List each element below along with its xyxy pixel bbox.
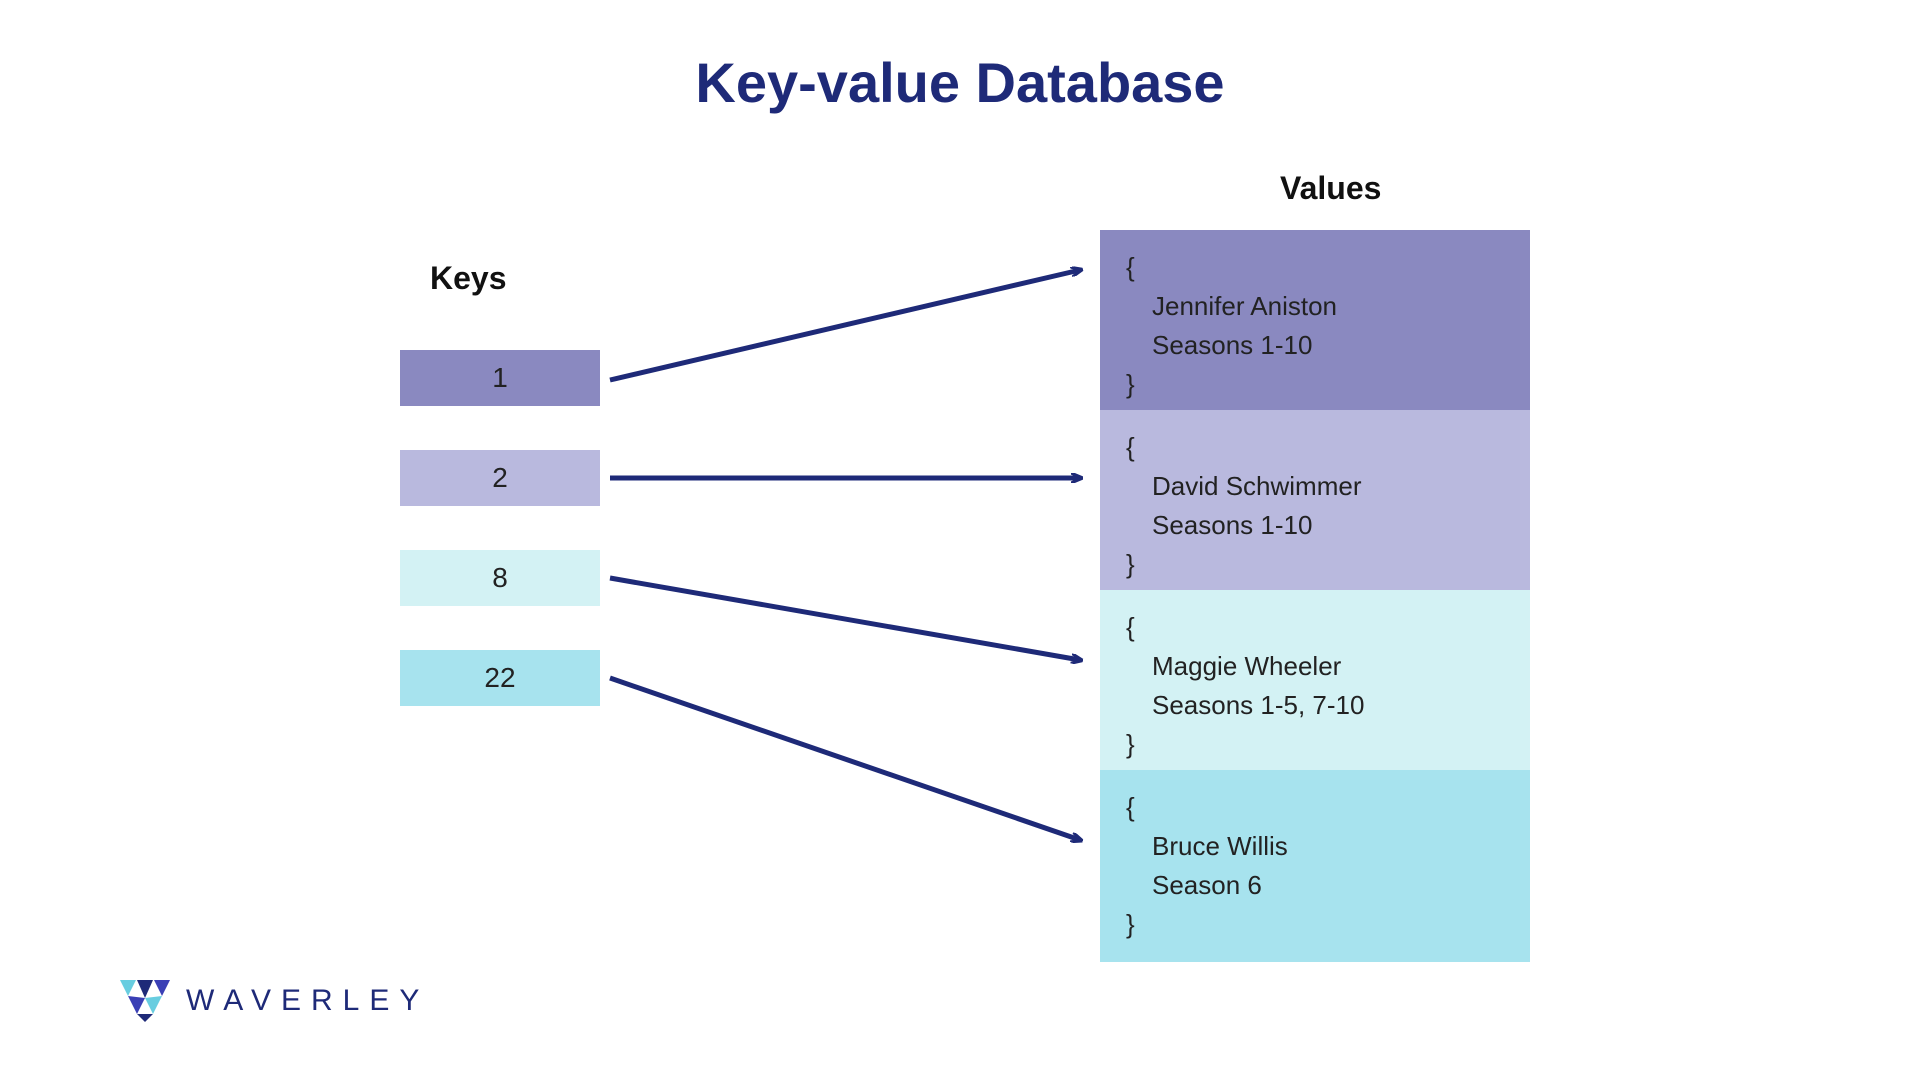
waverley-logo: WAVERLEY	[120, 980, 429, 1022]
brace-open: {	[1126, 608, 1504, 647]
value-line: Seasons 1-10	[1126, 506, 1504, 545]
key-label: 1	[492, 362, 508, 394]
value-line: Season 6	[1126, 866, 1504, 905]
brace-open: {	[1126, 788, 1504, 827]
brace-close: }	[1126, 905, 1504, 944]
mapping-arrow	[610, 270, 1080, 380]
waverley-logo-text: WAVERLEY	[186, 984, 429, 1018]
brace-open: {	[1126, 248, 1504, 287]
value-box: {Jennifer AnistonSeasons 1-10}	[1100, 230, 1530, 422]
values-column-header: Values	[1280, 170, 1381, 207]
diagram-title: Key-value Database	[0, 50, 1920, 115]
keys-column-header: Keys	[430, 260, 507, 297]
value-box: {Bruce WillisSeason 6}	[1100, 770, 1530, 962]
brace-open: {	[1126, 428, 1504, 467]
key-label: 22	[484, 662, 515, 694]
key-label: 2	[492, 462, 508, 494]
mapping-arrow	[610, 578, 1080, 660]
value-line: Bruce Willis	[1126, 827, 1504, 866]
value-line: David Schwimmer	[1126, 467, 1504, 506]
key-label: 8	[492, 562, 508, 594]
brace-close: }	[1126, 365, 1504, 404]
brace-close: }	[1126, 545, 1504, 584]
key-box: 8	[400, 550, 600, 606]
arrows-layer	[0, 0, 1920, 1080]
value-box: {David SchwimmerSeasons 1-10}	[1100, 410, 1530, 602]
value-line: Seasons 1-10	[1126, 326, 1504, 365]
key-box: 1	[400, 350, 600, 406]
value-box: {Maggie WheelerSeasons 1-5, 7-10}	[1100, 590, 1530, 782]
mapping-arrow	[610, 678, 1080, 840]
key-box: 22	[400, 650, 600, 706]
brace-close: }	[1126, 725, 1504, 764]
value-line: Maggie Wheeler	[1126, 647, 1504, 686]
waverley-logo-icon	[120, 980, 170, 1022]
key-box: 2	[400, 450, 600, 506]
value-line: Seasons 1-5, 7-10	[1126, 686, 1504, 725]
value-line: Jennifer Aniston	[1126, 287, 1504, 326]
